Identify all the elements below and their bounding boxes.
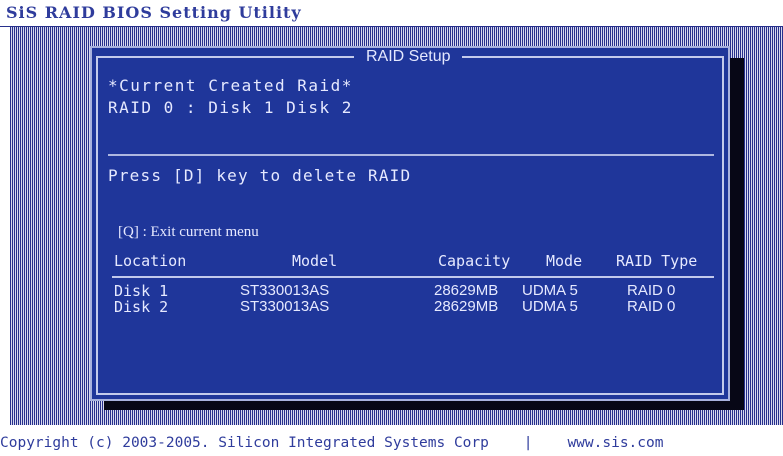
column-header-capacity: Capacity: [438, 252, 511, 270]
disk-capacity: 28629MB: [434, 282, 499, 299]
column-header-mode: Mode: [546, 252, 583, 270]
column-header-raid-type: RAID Type: [616, 252, 698, 270]
panel-frame: *Current Created Raid* RAID 0 : Disk 1 D…: [96, 56, 724, 395]
disk-model: ST330013AS: [240, 298, 330, 315]
disk-capacity: 28629MB: [434, 298, 499, 315]
disk-mode: UDMA 5: [522, 298, 578, 315]
section-divider: [108, 154, 714, 156]
disk-mode: UDMA 5: [522, 282, 578, 299]
table-row[interactable]: Disk 2 ST330013AS 28629MB UDMA 5 RAID 0: [98, 298, 734, 316]
current-raid-heading: *Current Created Raid*: [108, 76, 353, 95]
disk-raid-type: RAID 0: [627, 298, 676, 315]
column-header-location: Location: [114, 252, 187, 270]
website-link: www.sis.com: [567, 435, 664, 451]
raid-array-summary[interactable]: RAID 0 : Disk 1 Disk 2: [108, 98, 353, 117]
raid-setup-panel: *Current Created Raid* RAID 0 : Disk 1 D…: [90, 46, 730, 401]
exit-menu-hint: [Q] : Exit current menu: [118, 224, 259, 240]
disk-model: ST330013AS: [240, 282, 330, 299]
column-header-model: Model: [292, 252, 338, 270]
footer-separator: |: [523, 435, 533, 451]
table-header-divider: [112, 276, 714, 278]
footer-bar: Copyright (c) 2003-2005. Silicon Integra…: [0, 435, 663, 451]
delete-raid-hint: Press [D] key to delete RAID: [108, 166, 412, 185]
copyright-text: Copyright (c) 2003-2005. Silicon Integra…: [0, 435, 489, 451]
disk-location: Disk 2: [114, 298, 169, 316]
panel-title: RAID Setup: [354, 48, 463, 66]
disk-raid-type: RAID 0: [627, 282, 676, 299]
app-title: SiS RAID BIOS Setting Utility: [6, 3, 302, 22]
bios-screen: SiS RAID BIOS Setting Utility *Current C…: [0, 0, 783, 456]
